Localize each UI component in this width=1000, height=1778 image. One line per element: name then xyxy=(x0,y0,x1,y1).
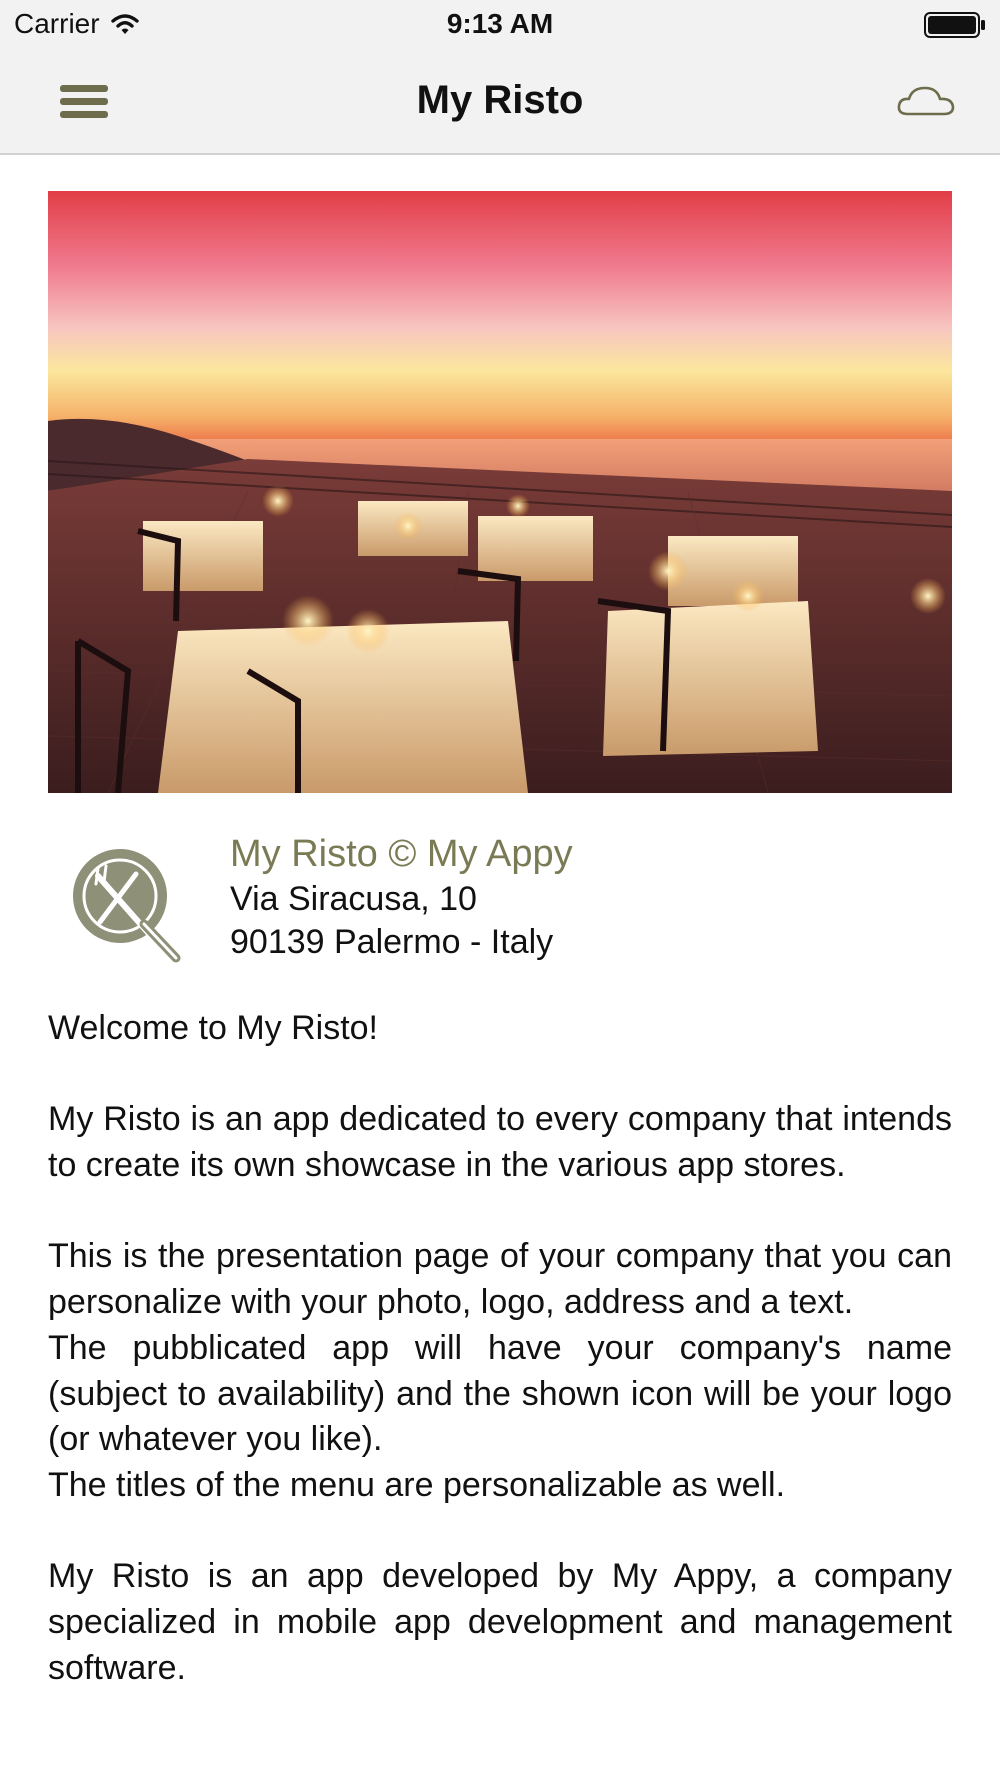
address-street: Via Siracusa, 10 xyxy=(230,880,477,918)
paragraph-developer: My Risto is an app developed by My Appy,… xyxy=(48,1557,952,1687)
paragraph-publication: The pubblicated app will have your compa… xyxy=(48,1328,952,1459)
paragraph-presentation: This is the presentation page of your co… xyxy=(48,1237,952,1322)
address-city: 90139 Palermo - Italy xyxy=(230,923,554,961)
cloud-icon[interactable] xyxy=(896,80,956,124)
company-info: My Risto © My Appy Via Siracusa, 10 9013… xyxy=(48,826,952,976)
company-name: My Risto © My Appy xyxy=(230,833,573,875)
paragraph-menu-titles: The titles of the menu are personalizabl… xyxy=(48,1466,786,1504)
company-details: My Risto © My Appy Via Siracusa, 10 9013… xyxy=(230,830,573,964)
hero-image xyxy=(48,191,952,793)
hamburger-menu-icon[interactable] xyxy=(56,80,112,124)
page-title: My Risto xyxy=(416,78,584,122)
paragraph-intro: My Risto is an app dedicated to every co… xyxy=(48,1100,952,1185)
status-bar: Carrier 9:13 AM xyxy=(0,0,1000,50)
welcome-text: Welcome to My Risto! xyxy=(48,1009,379,1047)
description-text: Welcome to My Risto! My Risto is an app … xyxy=(48,1006,952,1692)
fork-knife-plate-icon xyxy=(73,849,181,963)
battery-icon xyxy=(924,12,985,38)
navigation-bar: My Risto xyxy=(0,50,1000,155)
status-time: 9:13 AM xyxy=(446,8,554,39)
